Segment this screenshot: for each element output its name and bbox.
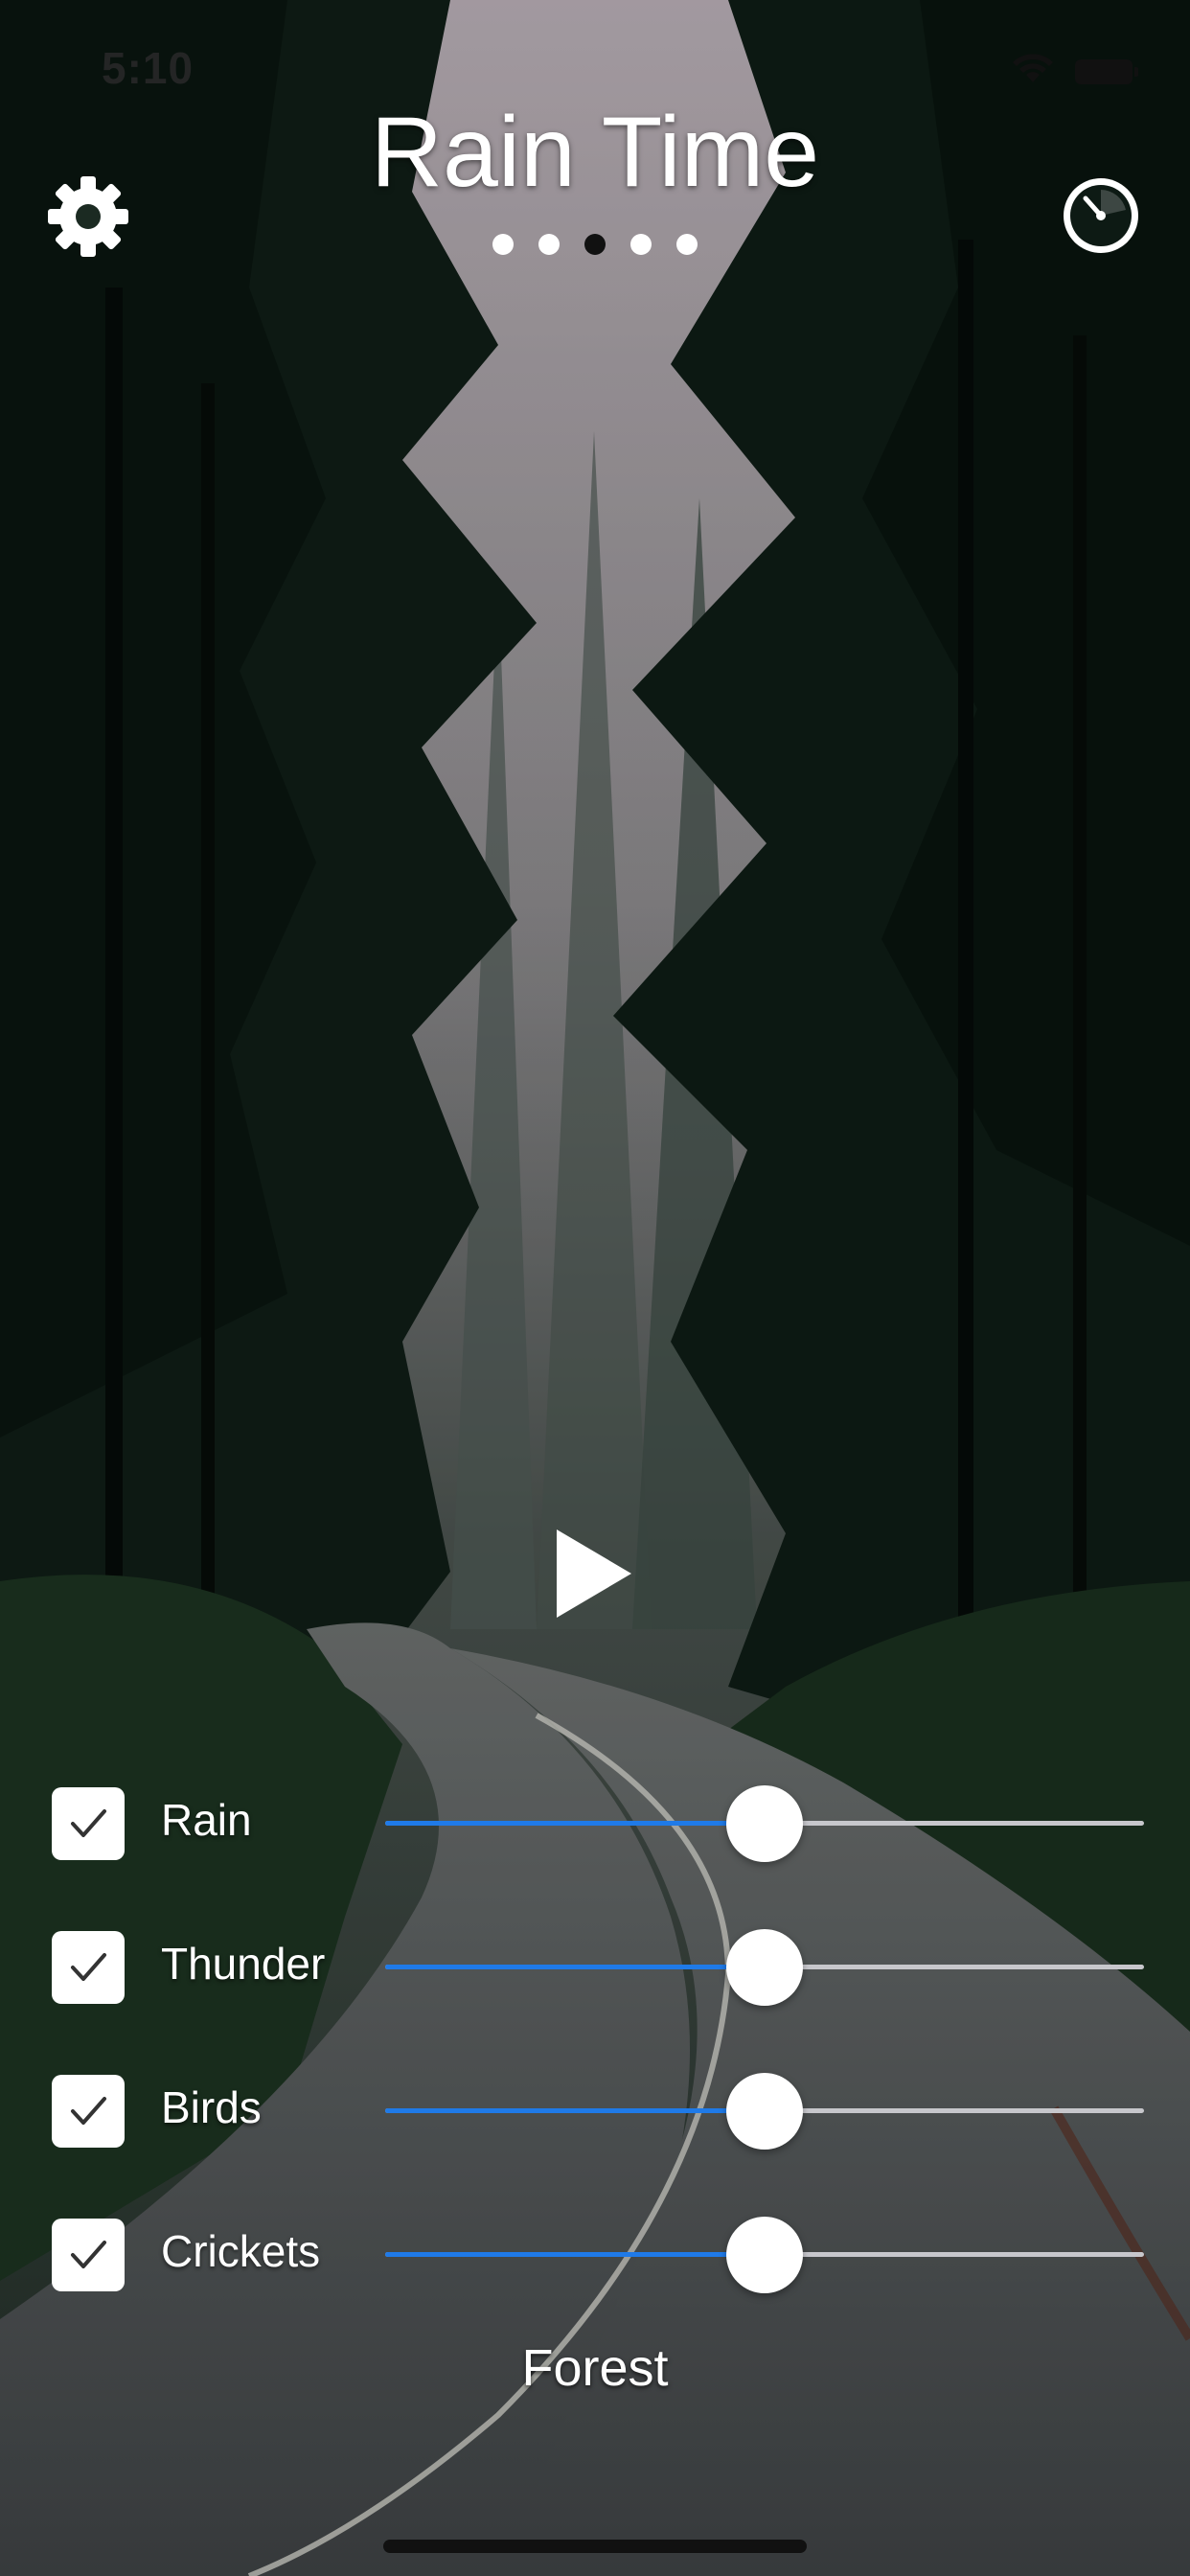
checkmark-icon [71,1953,106,1981]
page-dot[interactable] [492,234,514,255]
slider-thumb[interactable] [726,1785,803,1862]
page-dot[interactable] [630,234,652,255]
settings-button[interactable] [46,174,130,259]
mixer-row-thunder: Thunder [0,1928,1190,2006]
scene-name: Forest [521,2339,669,2397]
thunder-checkbox[interactable] [52,1931,125,2004]
gear-icon [48,176,128,257]
background-image [0,0,1190,2576]
birds-label: Birds [161,2082,262,2132]
timer-icon [1064,178,1138,253]
home-indicator[interactable] [383,2540,807,2553]
slider-thumb[interactable] [726,2073,803,2150]
rain-label: Rain [161,1795,252,1845]
page-dot-active[interactable] [584,234,606,255]
crickets-volume-slider[interactable] [385,2216,1144,2293]
crickets-label: Crickets [161,2226,321,2276]
status-icons [1012,54,1138,89]
page-dot[interactable] [676,234,698,255]
wifi-icon [1012,54,1054,89]
slider-thumb[interactable] [726,2217,803,2293]
checkmark-icon [71,2241,106,2268]
slider-fill [385,1821,765,1826]
thunder-volume-slider[interactable] [385,1928,1144,2006]
thunder-label: Thunder [161,1939,326,1989]
slider-fill [385,1965,765,1969]
rain-volume-slider[interactable] [385,1784,1144,1862]
mixer-row-rain: Rain [0,1784,1190,1862]
battery-icon [1075,58,1138,84]
checkmark-icon [71,1809,106,1837]
checkmark-icon [71,2097,106,2125]
birds-volume-slider[interactable] [385,2072,1144,2150]
status-time: 5:10 [102,43,195,93]
mixer-row-birds: Birds [0,2072,1190,2150]
slider-thumb[interactable] [726,1929,803,2006]
page-dot[interactable] [538,234,560,255]
slider-fill [385,2108,765,2113]
birds-checkbox[interactable] [52,2075,125,2148]
play-button[interactable] [551,1526,637,1622]
play-icon [557,1530,631,1618]
timer-button[interactable] [1060,174,1142,257]
crickets-checkbox[interactable] [52,2219,125,2291]
slider-fill [385,2252,765,2257]
mixer-row-crickets: Crickets [0,2216,1190,2293]
app-title: Rain Time [370,97,820,208]
page-indicator[interactable] [0,234,1190,255]
rain-checkbox[interactable] [52,1787,125,1860]
